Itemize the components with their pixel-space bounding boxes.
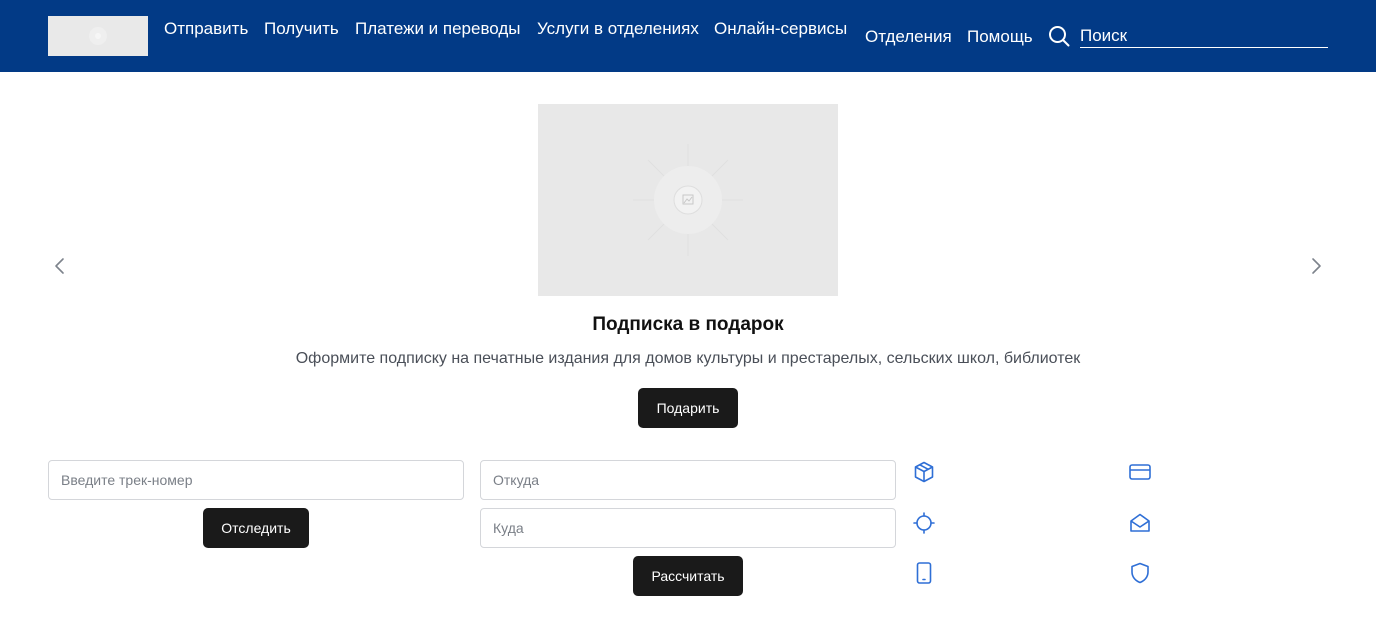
nav-item-receive[interactable]: Получить <box>264 19 339 39</box>
top-header: Отправить Получить Платежи и переводы Ус… <box>0 0 1376 72</box>
carousel-next-arrow-icon[interactable] <box>1304 254 1328 278</box>
search-icon[interactable] <box>1048 25 1070 47</box>
carousel-prev-arrow-icon[interactable] <box>48 254 72 278</box>
track-button[interactable]: Отследить <box>203 508 309 548</box>
target-icon[interactable] <box>912 511 936 535</box>
track-number-input[interactable] <box>48 460 464 500</box>
nav-item-help[interactable]: Помощь <box>967 27 1033 47</box>
banner-image <box>538 104 838 296</box>
nav-item-send[interactable]: Отправить <box>164 19 248 39</box>
nav-item-branch-services[interactable]: Услуги в отделениях <box>537 19 699 39</box>
site-logo[interactable] <box>48 16 148 56</box>
nav-item-payments[interactable]: Платежи и переводы <box>355 19 521 39</box>
phone-icon[interactable] <box>912 561 936 585</box>
card-icon[interactable] <box>1128 460 1152 484</box>
envelope-open-icon[interactable] <box>1128 511 1152 535</box>
banner-title: Подписка в подарок <box>592 314 784 335</box>
calculate-button[interactable]: Рассчитать <box>633 556 743 596</box>
search-input[interactable] <box>1080 24 1328 48</box>
nav-item-online-services[interactable]: Онлайн-сервисы <box>714 19 847 39</box>
from-input[interactable] <box>480 460 896 500</box>
to-input[interactable] <box>480 508 896 548</box>
nav-item-branches[interactable]: Отделения <box>865 27 952 47</box>
shield-icon[interactable] <box>1128 561 1152 585</box>
package-icon[interactable] <box>912 460 936 484</box>
gift-button[interactable]: Подарить <box>638 388 738 428</box>
banner-description: Оформите подписку на печатные издания дл… <box>295 350 1081 367</box>
